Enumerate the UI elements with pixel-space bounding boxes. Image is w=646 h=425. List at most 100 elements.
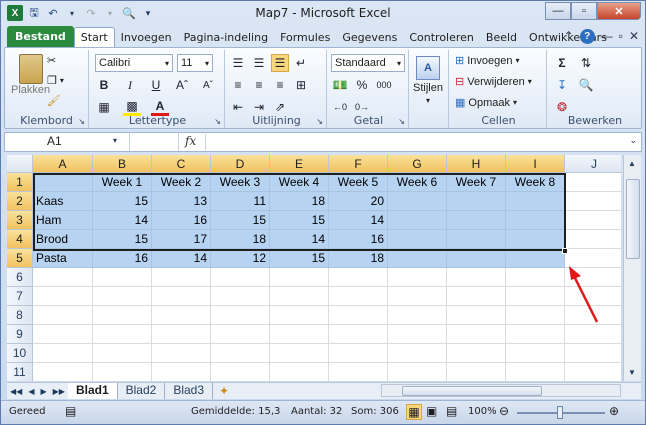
cell-e4[interactable]: 14: [270, 230, 329, 249]
cell-e1[interactable]: Week 4: [270, 173, 329, 192]
normal-view-icon[interactable]: ▦: [406, 404, 422, 420]
row-header-4[interactable]: 4: [7, 230, 33, 249]
scroll-down-icon[interactable]: ▼: [628, 368, 636, 377]
cell-j1[interactable]: [565, 173, 621, 192]
underline-button[interactable]: U: [147, 76, 165, 94]
find-select-icon[interactable]: 🔍: [577, 76, 595, 94]
cell-e10[interactable]: [270, 344, 329, 363]
window-restore-icon[interactable]: ▫: [619, 29, 623, 44]
cell-e8[interactable]: [270, 306, 329, 325]
cell-g9[interactable]: [388, 325, 447, 344]
cell-i9[interactable]: [506, 325, 565, 344]
last-sheet-icon[interactable]: ▶▶: [50, 387, 68, 396]
column-header-c[interactable]: C: [152, 155, 211, 173]
cell-h6[interactable]: [447, 268, 506, 287]
cell-a5[interactable]: Pasta: [33, 249, 93, 268]
window-close-icon[interactable]: ✕: [629, 29, 639, 44]
zoom-slider-thumb[interactable]: [557, 406, 563, 419]
column-header-d[interactable]: D: [211, 155, 270, 173]
italic-button[interactable]: I: [121, 76, 139, 94]
cell-j7[interactable]: [565, 287, 621, 306]
cell-d1[interactable]: Week 3: [211, 173, 270, 192]
cell-i4[interactable]: [506, 230, 565, 249]
font-size-combo[interactable]: 11 ▾: [177, 54, 213, 72]
align-center-icon[interactable]: ≡: [250, 76, 268, 94]
cell-f4[interactable]: 16: [329, 230, 388, 249]
tab-review[interactable]: Controleren: [403, 28, 480, 47]
minimize-button[interactable]: —: [545, 2, 571, 20]
cell-f7[interactable]: [329, 287, 388, 306]
fill-icon[interactable]: ↧: [553, 76, 571, 94]
scroll-up-icon[interactable]: ▲: [628, 159, 636, 168]
column-header-f[interactable]: F: [329, 155, 388, 173]
cell-c7[interactable]: [152, 287, 211, 306]
align-bottom-icon[interactable]: ☰: [271, 54, 289, 72]
cell-a4[interactable]: Brood: [33, 230, 93, 249]
cell-g2[interactable]: [388, 192, 447, 211]
cell-a8[interactable]: [33, 306, 93, 325]
name-box-dropdown-icon[interactable]: ▾: [113, 136, 117, 145]
cell-d11[interactable]: [211, 363, 270, 381]
cell-b8[interactable]: [93, 306, 152, 325]
cell-i1[interactable]: Week 8: [506, 173, 565, 192]
cell-a6[interactable]: [33, 268, 93, 287]
cell-d5[interactable]: 12: [211, 249, 270, 268]
grow-font-icon[interactable]: Aˆ: [173, 76, 191, 94]
cell-i5[interactable]: [506, 249, 565, 268]
number-format-combo[interactable]: Standaard ▾: [331, 54, 405, 72]
column-header-g[interactable]: G: [388, 155, 447, 173]
paste-button[interactable]: Plakken: [11, 52, 50, 96]
column-header-j[interactable]: J: [565, 155, 621, 173]
cell-g4[interactable]: [388, 230, 447, 249]
cell-j5[interactable]: [565, 249, 621, 268]
cell-a10[interactable]: [33, 344, 93, 363]
cell-g6[interactable]: [388, 268, 447, 287]
zoom-level[interactable]: 100%: [468, 406, 497, 417]
minimize-ribbon-icon[interactable]: ⌃: [564, 29, 574, 44]
merge-center-icon[interactable]: ⊞: [292, 76, 310, 94]
horizontal-scroll-thumb[interactable]: [402, 386, 542, 396]
cell-i7[interactable]: [506, 287, 565, 306]
number-launcher-icon[interactable]: ↘: [398, 117, 405, 126]
cell-c9[interactable]: [152, 325, 211, 344]
column-header-a[interactable]: A: [33, 155, 93, 173]
insert-cells-button[interactable]: ⊞ Invoegen ▾: [455, 54, 520, 68]
cell-b6[interactable]: [93, 268, 152, 287]
cell-j11[interactable]: [565, 363, 621, 381]
cell-e5[interactable]: 15: [270, 249, 329, 268]
row-header-2[interactable]: 2: [7, 192, 33, 211]
cell-g7[interactable]: [388, 287, 447, 306]
zoom-out-icon[interactable]: ⊖: [499, 404, 509, 418]
align-left-icon[interactable]: ≡: [229, 76, 247, 94]
cell-h3[interactable]: [447, 211, 506, 230]
copy-button[interactable]: ❐ ▾: [47, 74, 64, 87]
cell-c11[interactable]: [152, 363, 211, 381]
first-sheet-icon[interactable]: ◀◀: [7, 387, 25, 396]
cell-f3[interactable]: 14: [329, 211, 388, 230]
sheet-tab-blad3[interactable]: Blad3: [165, 383, 214, 399]
cell-h8[interactable]: [447, 306, 506, 325]
close-button[interactable]: ✕: [597, 2, 641, 20]
delete-cells-button[interactable]: ⊟ Verwijderen ▾: [455, 75, 532, 89]
cell-j10[interactable]: [565, 344, 621, 363]
cell-g10[interactable]: [388, 344, 447, 363]
cell-h11[interactable]: [447, 363, 506, 381]
format-cells-button[interactable]: ▦ Opmaak ▾: [455, 96, 517, 110]
cell-b3[interactable]: 14: [93, 211, 152, 230]
cell-f11[interactable]: [329, 363, 388, 381]
cell-c1[interactable]: Week 2: [152, 173, 211, 192]
format-painter-button[interactable]: 🖌: [47, 94, 61, 107]
cell-i6[interactable]: [506, 268, 565, 287]
cell-e3[interactable]: 15: [270, 211, 329, 230]
cell-h1[interactable]: Week 7: [447, 173, 506, 192]
cell-h9[interactable]: [447, 325, 506, 344]
cell-e11[interactable]: [270, 363, 329, 381]
column-header-h[interactable]: H: [447, 155, 506, 173]
align-right-icon[interactable]: ≡: [271, 76, 289, 94]
cell-a9[interactable]: [33, 325, 93, 344]
cell-b5[interactable]: 16: [93, 249, 152, 268]
cell-c2[interactable]: 13: [152, 192, 211, 211]
cell-c6[interactable]: [152, 268, 211, 287]
shrink-font-icon[interactable]: Aˇ: [199, 76, 217, 94]
cell-a7[interactable]: [33, 287, 93, 306]
